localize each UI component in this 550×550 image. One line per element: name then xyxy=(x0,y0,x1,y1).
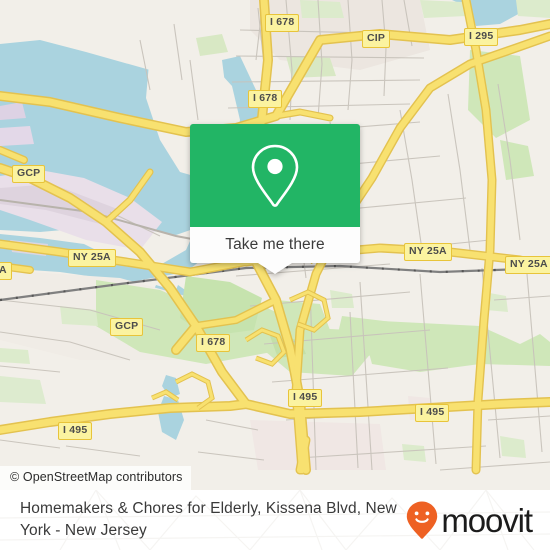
highway-shield: I 678 xyxy=(248,90,283,108)
highway-shield: NY 25A xyxy=(505,256,550,274)
take-me-there-label: Take me there xyxy=(225,236,325,253)
callout-pin-panel xyxy=(190,124,360,227)
highway-shield: I 495 xyxy=(288,389,323,407)
moovit-place-card: I 678 CIP I 295 I 678 GCP NY 25A A NY 25A NY 25A… xyxy=(0,0,550,550)
map-attribution[interactable]: © OpenStreetMap contributors xyxy=(0,466,191,490)
map-pin-icon xyxy=(251,144,299,207)
moovit-logo[interactable]: moovit xyxy=(405,500,533,540)
highway-shield: A xyxy=(0,262,12,280)
footer-bar: Homemakers & Chores for Elderly, Kissena… xyxy=(0,490,550,550)
highway-shield: I 495 xyxy=(58,422,93,440)
moovit-smiley-pin-icon xyxy=(407,501,438,539)
take-me-there-callout[interactable]: Take me there xyxy=(190,124,360,274)
highway-shield: GCP xyxy=(110,318,144,336)
highway-shield: CIP xyxy=(362,30,391,48)
moovit-wordmark: moovit xyxy=(441,501,533,539)
highway-shield: NY 25A xyxy=(404,243,452,261)
callout-tail xyxy=(258,263,292,274)
highway-shield: I 495 xyxy=(415,404,450,422)
highway-shield: NY 25A xyxy=(68,249,116,267)
highway-shield: GCP xyxy=(12,165,46,183)
highway-shield: I 678 xyxy=(196,334,231,352)
place-title: Homemakers & Chores for Elderly, Kissena… xyxy=(20,500,397,539)
highway-shield: I 678 xyxy=(265,14,300,32)
highway-shield: I 295 xyxy=(464,28,499,46)
callout-action-bar[interactable]: Take me there xyxy=(190,227,360,263)
